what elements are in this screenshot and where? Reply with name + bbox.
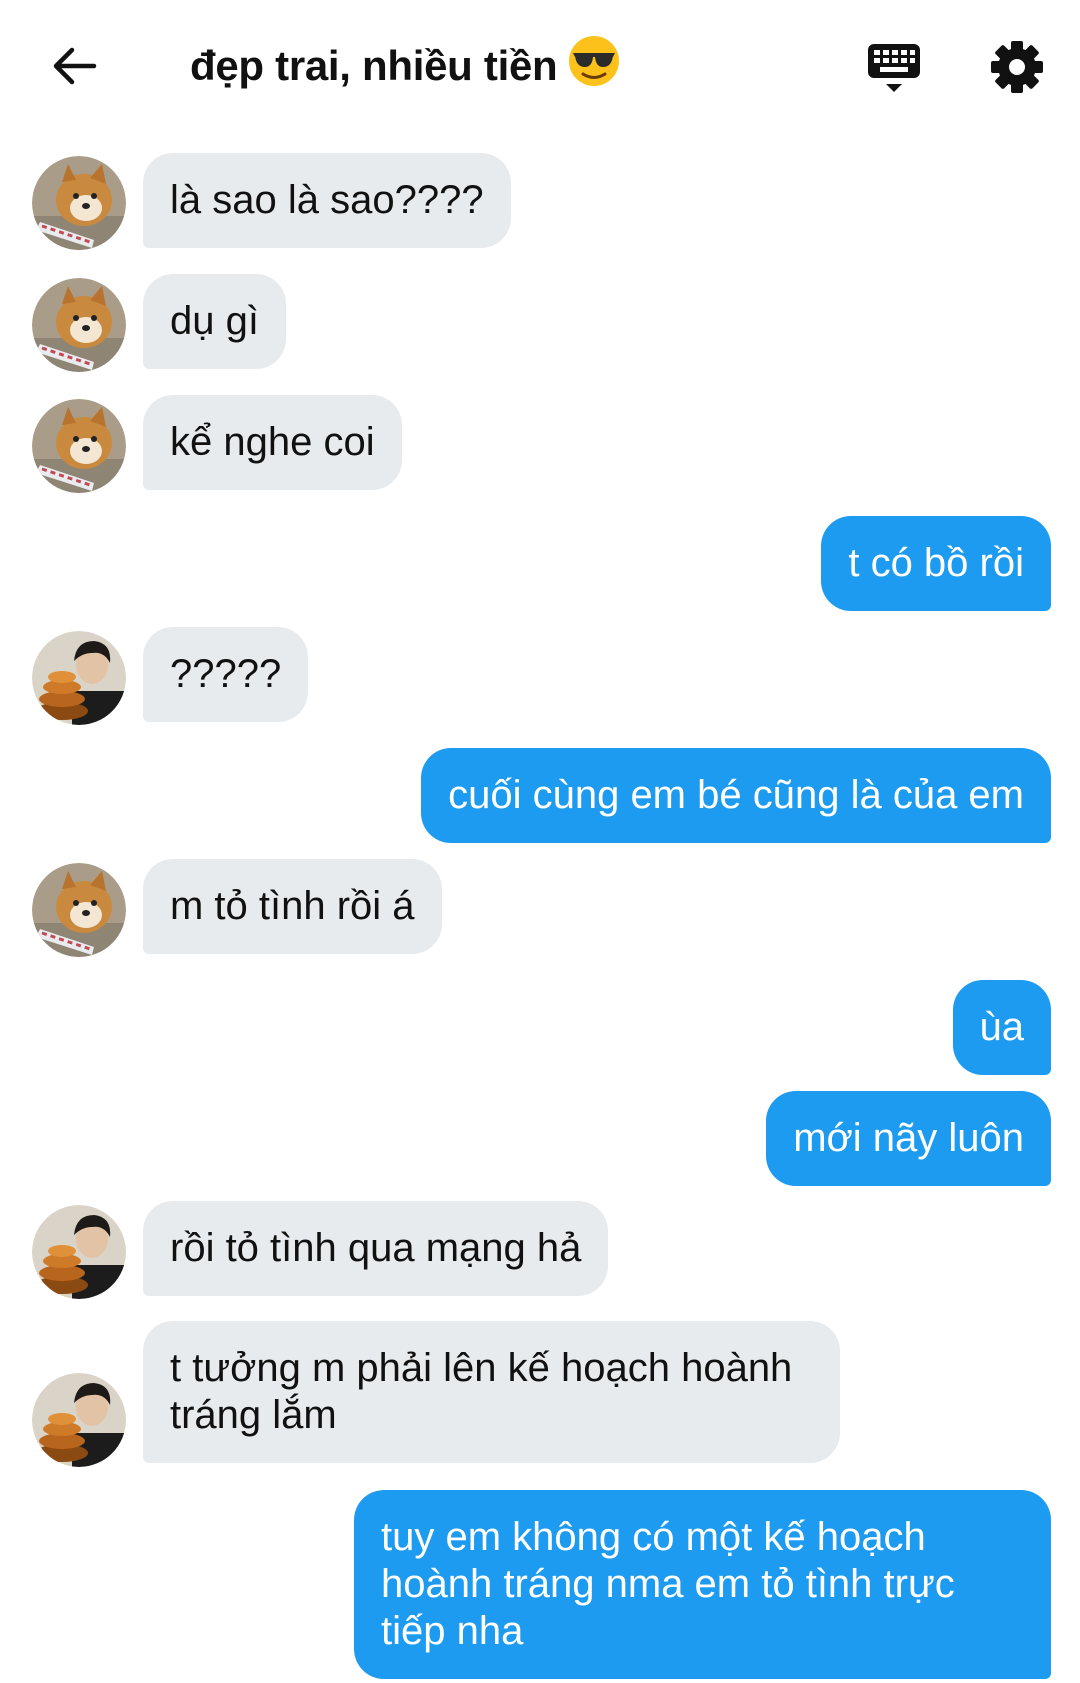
gear-icon — [991, 41, 1043, 93]
conversation-header: đẹp trai, nhiều tiền — [0, 0, 1080, 130]
back-arrow-icon — [53, 47, 97, 85]
person-avatar[interactable] — [32, 1373, 126, 1467]
shiba-avatar[interactable] — [32, 278, 126, 372]
message-bubble-sent[interactable]: t có bồ rồi — [821, 516, 1051, 611]
message-bubble[interactable]: t tưởng m phải lên kế hoạch hoành tráng … — [143, 1321, 840, 1463]
person-avatar[interactable] — [32, 1205, 126, 1299]
message-bubble-sent[interactable]: cuối cùng em bé cũng là của em — [421, 748, 1051, 843]
message-bubble[interactable]: là sao là sao???? — [143, 153, 511, 248]
shiba-avatar[interactable] — [32, 863, 126, 957]
message-bubble-sent[interactable]: tuy em không có một kế hoạch hoành tráng… — [354, 1490, 1051, 1679]
keyboard-icon — [868, 44, 920, 92]
message-bubble[interactable]: dụ gì — [143, 274, 286, 369]
message-bubble[interactable]: rồi tỏ tình qua mạng hả — [143, 1201, 609, 1296]
message-bubble-sent[interactable]: mới nãy luôn — [766, 1091, 1051, 1186]
message-bubble[interactable]: kể nghe coi — [143, 395, 402, 490]
conversation-title-text: đẹp trai, nhiều tiền — [190, 42, 558, 89]
person-avatar[interactable] — [32, 631, 126, 725]
keyboard-shortcuts-button[interactable] — [866, 40, 922, 96]
message-bubble-sent[interactable]: ùa — [952, 980, 1051, 1075]
back-button[interactable] — [48, 42, 100, 90]
message-bubble[interactable]: ????? — [143, 627, 309, 722]
message-bubble[interactable]: m tỏ tình rồi á — [143, 859, 442, 954]
shiba-avatar[interactable] — [32, 399, 126, 493]
sunglasses-emoji-icon — [567, 34, 621, 88]
shiba-avatar[interactable] — [32, 156, 126, 250]
conversation-title[interactable]: đẹp trai, nhiều tiền — [190, 34, 621, 90]
settings-button[interactable] — [990, 40, 1044, 94]
